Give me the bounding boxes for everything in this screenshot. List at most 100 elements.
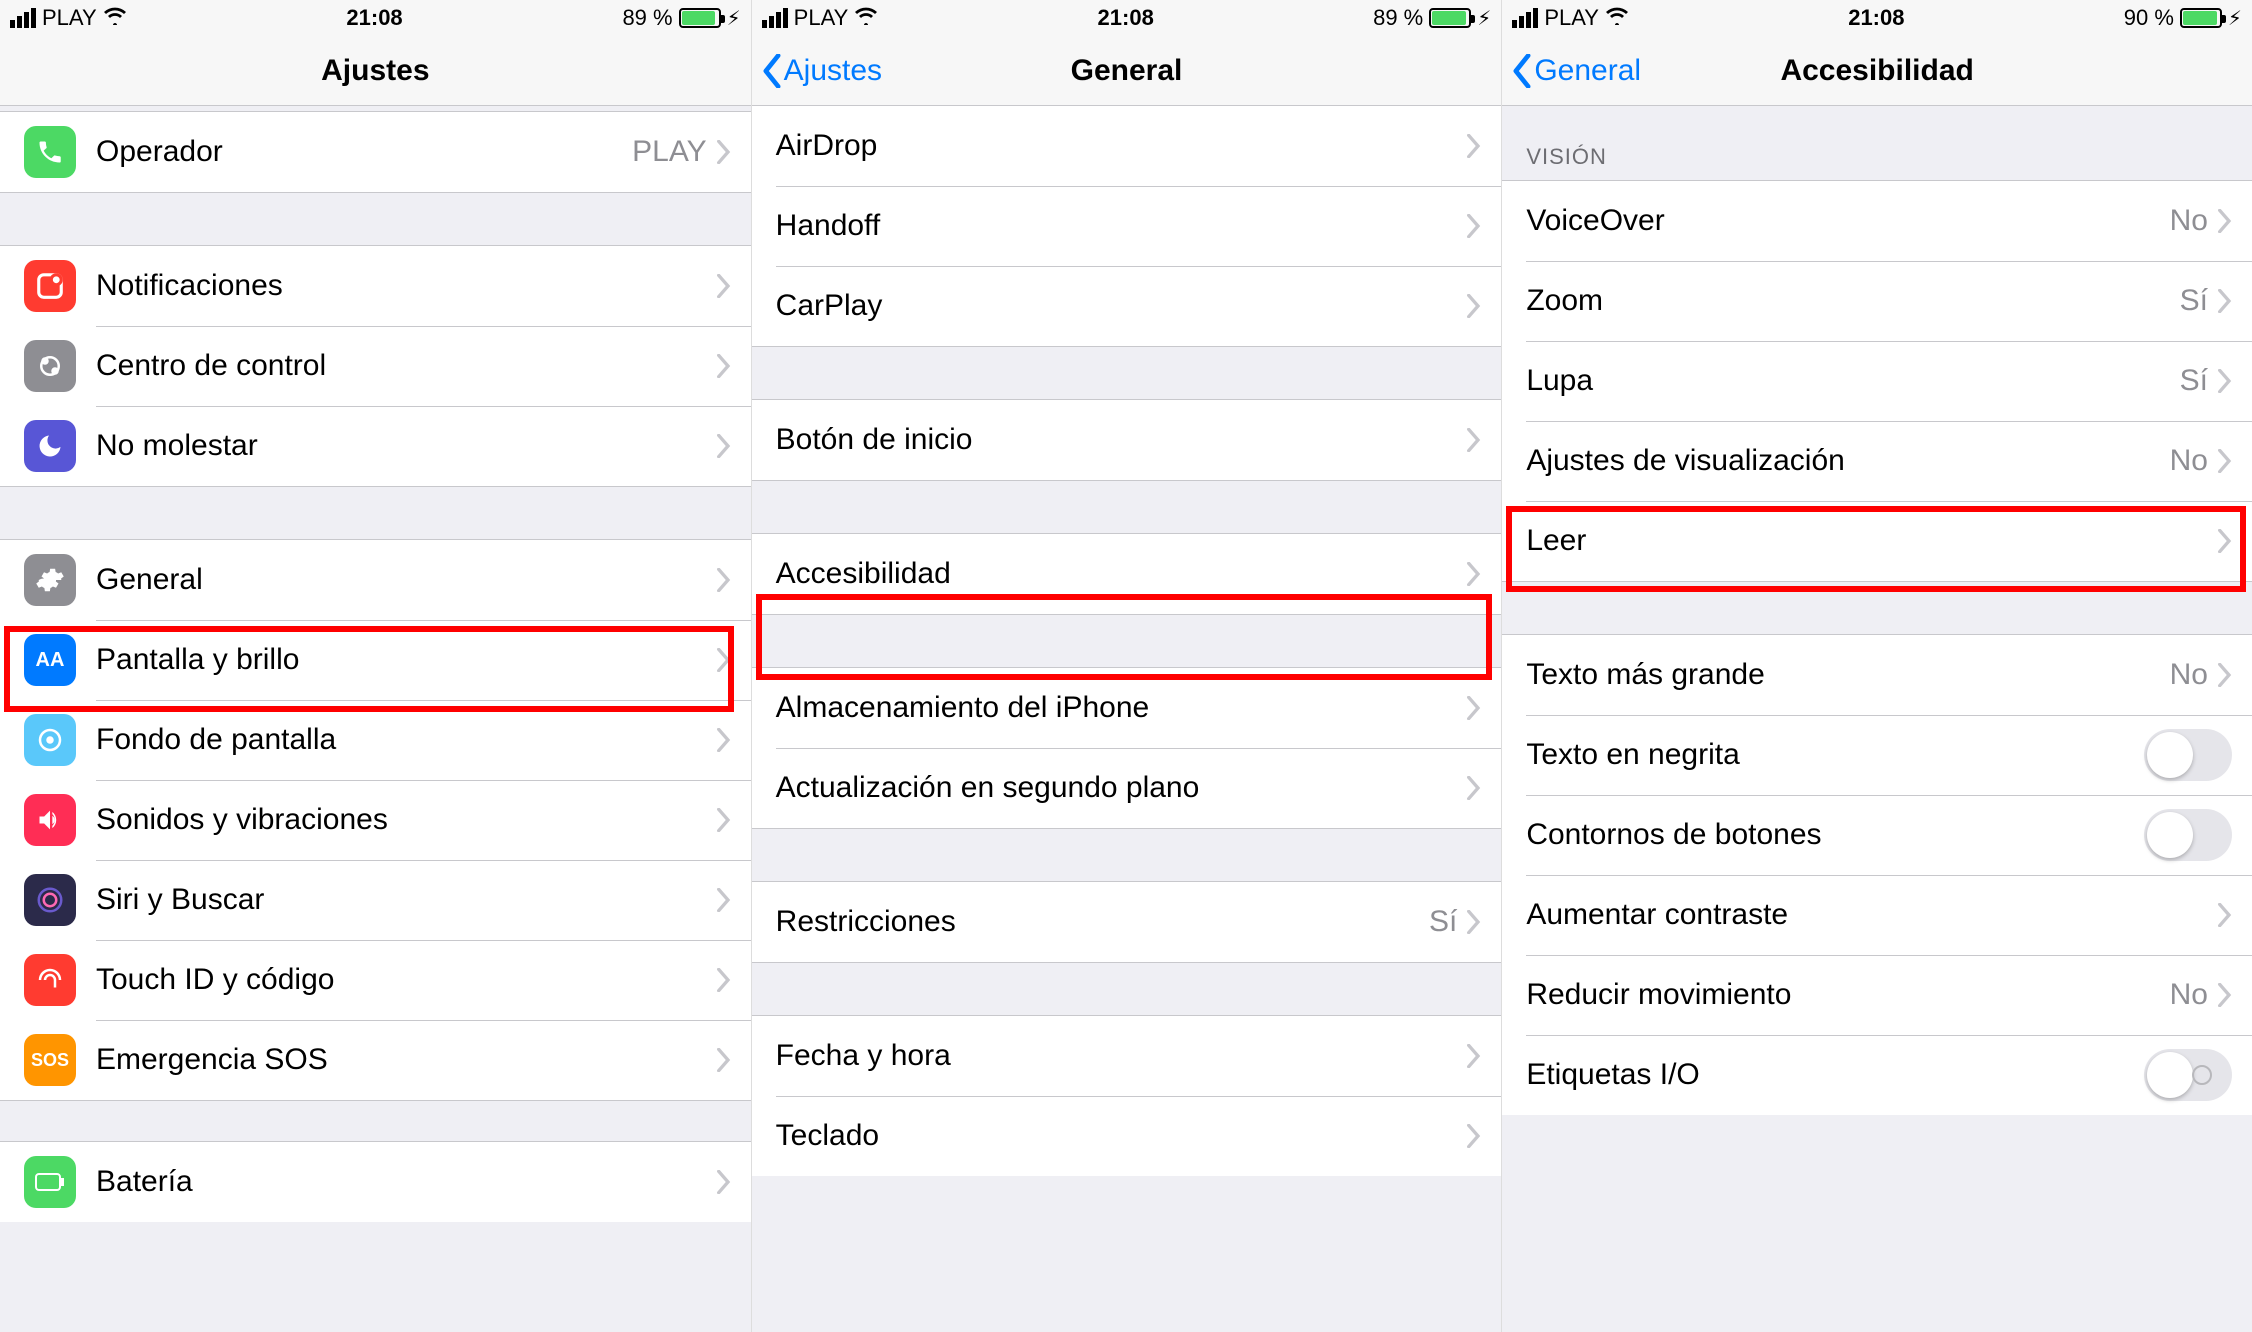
row-accesibilidad[interactable]: Accesibilidad [752, 534, 1502, 614]
charging-icon: ⚡︎ [727, 6, 741, 31]
row-operador[interactable]: Operador PLAY [0, 112, 751, 192]
row-emergencia-sos[interactable]: SOS Emergencia SOS [0, 1020, 751, 1100]
chevron-right-icon [717, 274, 731, 298]
row-label: AirDrop [776, 129, 1468, 163]
row-contornos[interactable]: Contornos de botones [1502, 795, 2252, 875]
chevron-right-icon [2218, 903, 2232, 927]
row-label: Texto más grande [1526, 658, 2169, 692]
battery-icon [2180, 8, 2222, 28]
chevron-right-icon [717, 968, 731, 992]
row-centro-control[interactable]: Centro de control [0, 326, 751, 406]
carrier-label: PLAY [1544, 5, 1599, 31]
chevron-right-icon [2218, 529, 2232, 553]
toggle-texto-negrita[interactable] [2144, 729, 2232, 781]
row-restricciones[interactable]: Restricciones Sí [752, 882, 1502, 962]
row-carplay[interactable]: CarPlay [752, 266, 1502, 346]
general-list[interactable]: AirDrop Handoff CarPlay Botón de inicio … [752, 106, 1502, 1332]
row-label: Zoom [1526, 284, 2179, 318]
row-label: Almacenamiento del iPhone [776, 691, 1468, 725]
row-label: Operador [96, 135, 632, 169]
status-bar: PLAY 21:08 89 % ⚡︎ [0, 0, 751, 36]
row-label: Lupa [1526, 364, 2179, 398]
status-time: 21:08 [1098, 5, 1154, 31]
row-lupa[interactable]: Lupa Sí [1502, 341, 2252, 421]
row-fondo-pantalla[interactable]: Fondo de pantalla [0, 700, 751, 780]
row-label: Etiquetas I/O [1526, 1058, 2144, 1092]
back-button[interactable]: General [1512, 54, 1641, 88]
signal-icon [10, 8, 36, 28]
chevron-right-icon [1467, 294, 1481, 318]
moon-icon [24, 420, 76, 472]
accessibility-list[interactable]: VISIÓN VoiceOver No Zoom Sí Lupa Sí Ajus… [1502, 106, 2252, 1332]
phone-icon [24, 126, 76, 178]
chevron-right-icon [717, 1048, 731, 1072]
row-almacenamiento[interactable]: Almacenamiento del iPhone [752, 668, 1502, 748]
row-actualizacion[interactable]: Actualización en segundo plano [752, 748, 1502, 828]
chevron-right-icon [1467, 214, 1481, 238]
row-touchid[interactable]: Touch ID y código [0, 940, 751, 1020]
screen-general: PLAY 21:08 89 % ⚡︎ Ajustes General AirDr… [751, 0, 1502, 1332]
row-voiceover[interactable]: VoiceOver No [1502, 181, 2252, 261]
settings-list[interactable]: Operador PLAY Notificaciones Centro de c… [0, 106, 751, 1332]
row-label: Aumentar contraste [1526, 898, 2218, 932]
row-label: General [96, 563, 717, 597]
row-value: PLAY [632, 135, 707, 169]
row-contraste[interactable]: Aumentar contraste [1502, 875, 2252, 955]
row-handoff[interactable]: Handoff [752, 186, 1502, 266]
row-texto-negrita[interactable]: Texto en negrita [1502, 715, 2252, 795]
row-value: Sí [2180, 284, 2208, 318]
row-airdrop[interactable]: AirDrop [752, 106, 1502, 186]
chevron-right-icon [717, 728, 731, 752]
sound-icon [24, 794, 76, 846]
battery-percent: 89 % [1373, 5, 1423, 31]
row-sonidos[interactable]: Sonidos y vibraciones [0, 780, 751, 860]
carrier-label: PLAY [42, 5, 97, 31]
chevron-right-icon [1467, 562, 1481, 586]
row-ajustes-visualizacion[interactable]: Ajustes de visualización No [1502, 421, 2252, 501]
gear-icon [24, 554, 76, 606]
row-no-molestar[interactable]: No molestar [0, 406, 751, 486]
row-label: Sonidos y vibraciones [96, 803, 717, 837]
row-label: Contornos de botones [1526, 818, 2144, 852]
row-notificaciones[interactable]: Notificaciones [0, 246, 751, 326]
chevron-right-icon [1467, 776, 1481, 800]
row-general[interactable]: General [0, 540, 751, 620]
row-leer[interactable]: Leer [1502, 501, 2252, 581]
row-pantalla-brillo[interactable]: AA Pantalla y brillo [0, 620, 751, 700]
section-vision: VISIÓN [1502, 106, 2252, 180]
battery-percent: 89 % [622, 5, 672, 31]
wifi-icon [1605, 5, 1629, 31]
row-value: Sí [2180, 364, 2208, 398]
control-center-icon [24, 340, 76, 392]
row-label: Restricciones [776, 905, 1429, 939]
row-siri[interactable]: Siri y Buscar [0, 860, 751, 940]
back-button[interactable]: Ajustes [762, 54, 882, 88]
back-label: General [1534, 54, 1641, 88]
row-value: No [2170, 978, 2208, 1012]
row-label: Teclado [776, 1119, 1468, 1153]
row-bateria[interactable]: Batería [0, 1142, 751, 1222]
row-zoom[interactable]: Zoom Sí [1502, 261, 2252, 341]
chevron-right-icon [717, 888, 731, 912]
row-label: Fecha y hora [776, 1039, 1468, 1073]
wifi-icon [103, 5, 127, 31]
toggle-contornos[interactable] [2144, 809, 2232, 861]
chevron-right-icon [717, 354, 731, 378]
row-label: Actualización en segundo plano [776, 771, 1468, 805]
battery-percent: 90 % [2124, 5, 2174, 31]
signal-icon [1512, 8, 1538, 28]
row-label: Handoff [776, 209, 1468, 243]
row-value: Sí [1429, 905, 1457, 939]
row-etiquetas-io[interactable]: Etiquetas I/O [1502, 1035, 2252, 1115]
wifi-icon [854, 5, 878, 31]
toggle-etiquetas-io[interactable] [2144, 1049, 2232, 1101]
row-boton-inicio[interactable]: Botón de inicio [752, 400, 1502, 480]
chevron-right-icon [717, 1170, 731, 1194]
charging-icon: ⚡︎ [1477, 6, 1491, 31]
chevron-right-icon [1467, 696, 1481, 720]
row-reducir-movimiento[interactable]: Reducir movimiento No [1502, 955, 2252, 1035]
row-fecha-hora[interactable]: Fecha y hora [752, 1016, 1502, 1096]
row-teclado[interactable]: Teclado [752, 1096, 1502, 1176]
page-title: Ajustes [321, 54, 429, 88]
row-texto-grande[interactable]: Texto más grande No [1502, 635, 2252, 715]
